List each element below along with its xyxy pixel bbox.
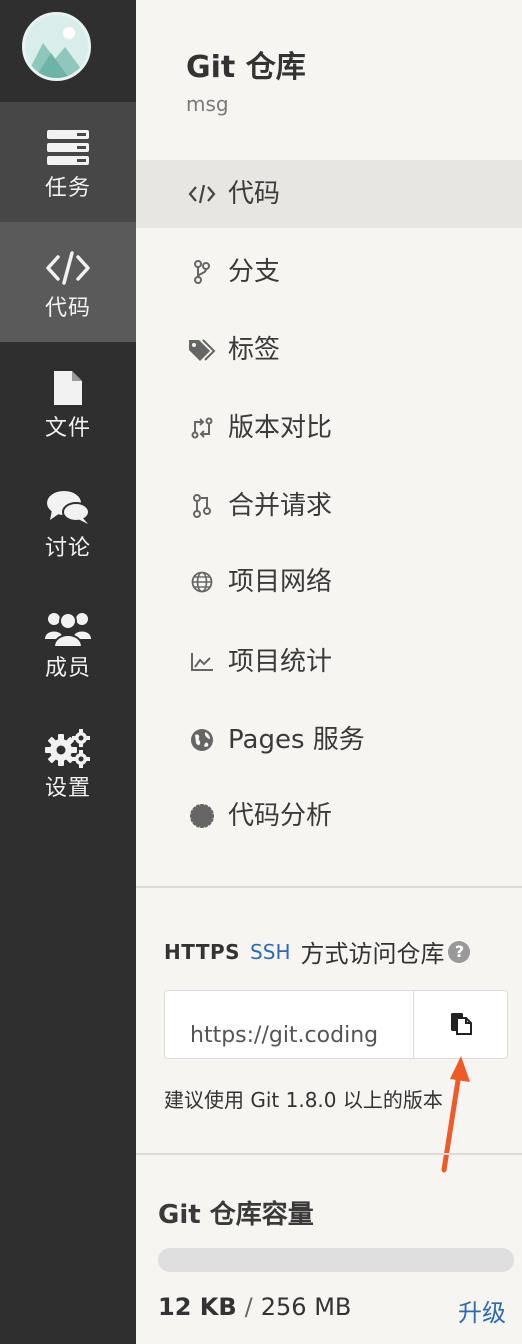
capacity-separator: / — [244, 1293, 253, 1321]
sidebar-item-tasks[interactable]: 任务 — [0, 102, 136, 222]
clone-url-input[interactable] — [164, 990, 414, 1059]
capacity-used: 12 KB — [158, 1293, 237, 1321]
code-icon — [0, 246, 136, 290]
globe-icon — [188, 568, 216, 596]
menu-item-label: 代码分析 — [228, 801, 333, 831]
sidebar-item-files[interactable]: 文件 — [0, 342, 136, 462]
sidebar-item-settings[interactable]: 设置 — [0, 702, 136, 822]
page-title: Git 仓库 — [186, 50, 306, 85]
annotation-arrow-icon — [441, 1056, 470, 1173]
menu-item-pages[interactable]: Pages 服务 — [136, 706, 522, 774]
compare-icon — [188, 414, 216, 442]
menu-item-merge-requests[interactable]: 合并请求 — [136, 472, 522, 540]
sidebar-item-label: 讨论 — [44, 536, 91, 561]
ssh-toggle[interactable]: SSH — [250, 940, 290, 964]
capacity-title: Git 仓库容量 — [158, 1200, 314, 1230]
menu-item-branches[interactable]: 分支 — [136, 238, 522, 306]
help-icon[interactable]: ? — [448, 940, 471, 963]
users-icon — [0, 606, 136, 650]
menu-item-statistics[interactable]: 项目统计 — [136, 628, 522, 696]
menu-item-label: 项目统计 — [228, 647, 333, 677]
sidebar-item-discuss[interactable]: 讨论 — [0, 462, 136, 582]
sidebar-item-code[interactable]: 代码 — [0, 222, 136, 342]
sidebar-item-label: 设置 — [44, 776, 91, 801]
access-heading: HTTPS SSH 方式访问仓库 ? — [164, 934, 471, 969]
divider — [136, 1153, 522, 1155]
file-icon — [0, 366, 136, 410]
chart-icon — [188, 648, 216, 676]
divider — [136, 886, 522, 888]
repo-name: msg — [186, 92, 229, 116]
upgrade-link[interactable]: 升级 — [458, 1293, 506, 1328]
tags-icon — [188, 336, 216, 364]
clipboard-icon — [448, 1010, 474, 1040]
sidebar-item-label: 任务 — [44, 176, 91, 201]
main-sidebar: 任务 代码 文件 讨论 成员 设置 — [0, 0, 136, 1344]
menu-item-tags[interactable]: 标签 — [136, 316, 522, 384]
menu-item-label: Pages 服务 — [228, 725, 365, 755]
menu-item-label: 项目网络 — [228, 567, 333, 597]
menu-item-label: 标签 — [228, 335, 281, 365]
copy-button[interactable] — [413, 990, 508, 1059]
chat-icon — [0, 486, 136, 530]
gear-badge-icon — [188, 802, 216, 830]
menu-item-code[interactable]: 代码 — [136, 160, 522, 228]
avatar[interactable] — [22, 12, 91, 81]
https-toggle[interactable]: HTTPS — [164, 940, 240, 964]
sidebar-item-label: 代码 — [44, 296, 91, 321]
menu-item-code-analysis[interactable]: 代码分析 — [136, 782, 522, 850]
merge-request-icon — [188, 492, 216, 520]
sidebar-item-label: 成员 — [44, 656, 91, 681]
gears-icon — [0, 726, 136, 770]
menu-item-label: 分支 — [228, 257, 281, 287]
menu-item-compare[interactable]: 版本对比 — [136, 394, 522, 462]
capacity-progress-bar — [158, 1248, 514, 1272]
menu-item-label: 版本对比 — [228, 413, 333, 443]
earth-icon — [188, 726, 216, 754]
sidebar-item-members[interactable]: 成员 — [0, 582, 136, 702]
branch-icon — [188, 258, 216, 286]
sidebar-item-label: 文件 — [44, 416, 91, 441]
menu-item-label: 代码 — [228, 179, 281, 209]
menu-item-network[interactable]: 项目网络 — [136, 548, 522, 616]
code-icon — [188, 180, 216, 208]
access-text: 方式访问仓库 — [300, 940, 445, 968]
list-icon — [0, 126, 136, 170]
menu-item-label: 合并请求 — [228, 491, 333, 521]
version-tip: 建议使用 Git 1.8.0 以上的版本 — [164, 1088, 443, 1112]
capacity-usage: 12 KB/256 MB — [158, 1293, 351, 1321]
capacity-total: 256 MB — [260, 1293, 352, 1321]
